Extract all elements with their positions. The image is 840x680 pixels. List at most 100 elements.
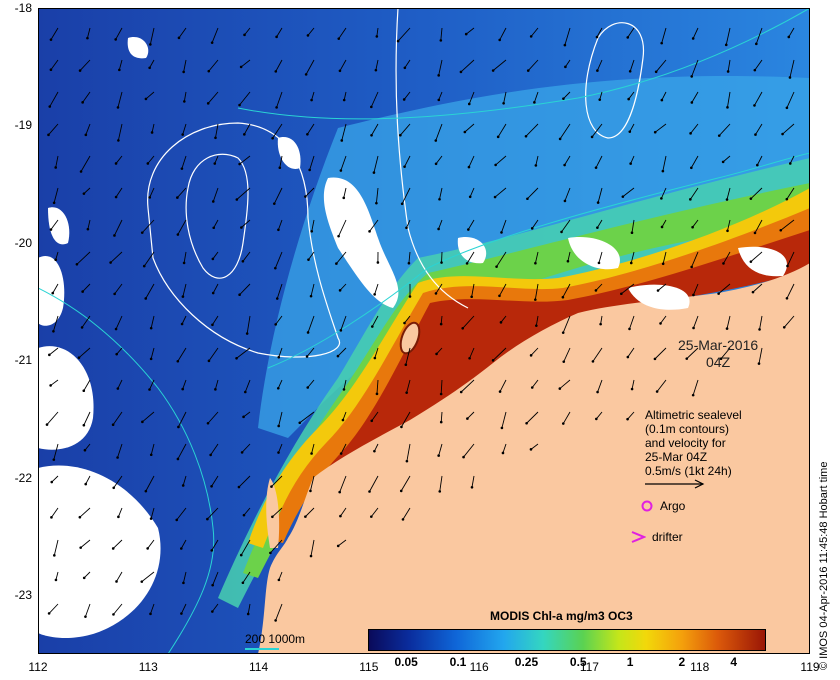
x-tick-label: 113 <box>138 660 158 674</box>
velocity-arrow-head <box>591 360 595 363</box>
velocity-arrow-head <box>146 162 150 165</box>
velocity-arrow-head <box>754 133 757 136</box>
velocity-arrow-head <box>498 294 501 298</box>
velocity-arrow-head <box>373 449 376 453</box>
velocity-arrow-head <box>339 514 342 518</box>
velocity-arrow-head <box>144 297 148 300</box>
velocity-arrow-head <box>466 417 469 420</box>
velocity-arrow-head <box>438 197 441 201</box>
velocity-arrow-head <box>560 230 563 234</box>
velocity-arrow-head <box>630 231 634 235</box>
argo-circle-icon <box>641 500 653 512</box>
velocity-arrow-head <box>304 195 307 198</box>
y-tick-label: -21 <box>14 353 32 368</box>
y-tick-label: -23 <box>14 588 32 603</box>
velocity-arrow-head <box>495 265 498 268</box>
velocity-arrow-head <box>788 162 792 165</box>
velocity-arrow-head <box>306 386 310 389</box>
legend-line-5: 0.5m/s (1kt 24h) <box>645 464 732 478</box>
velocity-arrow-head <box>115 580 118 583</box>
velocity-arrow-head <box>310 452 313 455</box>
velocity-arrow-head <box>238 103 241 107</box>
velocity-arrow-head <box>180 322 184 326</box>
velocity-arrow-head <box>526 197 529 201</box>
velocity-arrow-head <box>370 133 373 137</box>
velocity-arrow-head <box>242 513 246 517</box>
time-text: 04Z <box>706 354 731 370</box>
velocity-arrow-head <box>340 139 344 142</box>
velocity-arrow-head <box>782 326 786 329</box>
velocity-arrow-head <box>210 484 213 488</box>
velocity-arrow-head <box>596 201 600 204</box>
velocity-arrow-head <box>692 293 695 297</box>
velocity-arrow-head <box>338 490 341 494</box>
velocity-arrow-head <box>277 355 281 359</box>
velocity-arrow-head <box>370 325 374 328</box>
velocity-arrow-head <box>781 132 784 136</box>
velocity-arrow-head <box>595 35 599 39</box>
velocity-arrow-head <box>207 69 211 73</box>
colorbar-tick-label: 0.05 <box>394 655 418 669</box>
velocity-arrow-head <box>78 69 82 72</box>
velocity-arrow-head <box>274 323 277 326</box>
velocity-arrow-head <box>726 229 729 233</box>
velocity-arrow-head <box>470 295 473 299</box>
velocity-arrow-head <box>779 228 783 232</box>
velocity-arrow-head <box>370 105 373 109</box>
velocity-arrow-head <box>274 619 277 622</box>
velocity-arrow-head <box>661 169 665 173</box>
velocity-arrow-head <box>274 266 277 270</box>
velocity-arrow-head <box>660 197 663 200</box>
velocity-arrow-head <box>309 489 312 493</box>
velocity-arrow-head <box>77 356 81 359</box>
velocity-arrow-head <box>403 321 406 325</box>
chlorophyll-map <box>38 8 810 654</box>
velocity-arrow-head <box>399 133 402 137</box>
velocity-arrow-head <box>306 34 310 37</box>
velocity-arrow-head <box>526 69 530 72</box>
velocity-arrow-head <box>654 70 658 74</box>
colorbar-tick-label: 2 <box>678 655 686 669</box>
velocity-arrow-head <box>176 233 180 236</box>
velocity-arrow-head <box>278 166 282 169</box>
velocity-arrow-head <box>627 97 630 101</box>
velocity-arrow-head <box>342 98 346 102</box>
velocity-arrow-head <box>305 355 309 358</box>
velocity-arrow-head <box>405 391 408 394</box>
velocity-arrow-head <box>206 517 209 521</box>
velocity-arrow-head <box>491 69 495 72</box>
x-tick-label: 112 <box>28 660 48 674</box>
velocity-arrow-head <box>403 165 406 168</box>
velocity-arrow-head <box>692 326 695 330</box>
velocity-arrow-head <box>84 133 88 137</box>
velocity-arrow-head <box>116 456 119 459</box>
velocity-arrow-head <box>182 70 185 74</box>
drifter-label: drifter <box>652 530 683 544</box>
velocity-arrow-head <box>751 290 755 294</box>
velocity-arrow-head <box>308 168 311 172</box>
y-tick-label: -18 <box>14 1 32 15</box>
velocity-arrow-head <box>753 68 757 72</box>
velocity-arrow-head <box>339 169 343 172</box>
legend-line-1: Altimetric sealevel <box>645 408 742 422</box>
velocity-arrow-head <box>437 74 440 77</box>
velocity-arrow-head <box>111 423 115 427</box>
velocity-arrow-head <box>439 420 443 424</box>
velocity-arrow-head <box>176 457 180 461</box>
velocity-arrow-head <box>114 38 117 41</box>
velocity-arrow-head <box>690 265 693 269</box>
velocity-arrow-head <box>562 97 565 100</box>
velocity-arrow-head <box>468 356 471 360</box>
velocity-arrow-head <box>79 170 83 173</box>
velocity-arrow-head <box>146 547 149 550</box>
velocity-arrow-head <box>149 612 152 616</box>
velocity-arrow-head <box>399 489 403 493</box>
velocity-arrow-head <box>403 66 407 70</box>
velocity-arrow-head <box>530 386 534 389</box>
y-tick-label: -22 <box>14 470 32 485</box>
velocity-arrow-head <box>407 261 411 265</box>
velocity-arrow-head <box>49 68 53 72</box>
velocity-arrow-head <box>148 388 151 391</box>
velocity-arrow-head <box>53 554 56 557</box>
velocity-arrow-head <box>755 42 758 46</box>
